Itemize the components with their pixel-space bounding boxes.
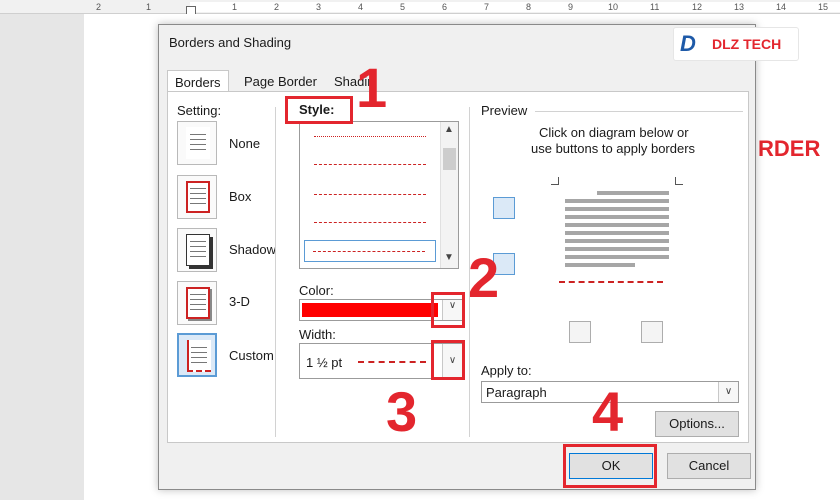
style-scrollbar[interactable]: ▲ ▼ — [440, 122, 458, 268]
width-line-sample — [358, 361, 426, 363]
right-border-button[interactable] — [641, 321, 663, 343]
ruler-tick: 1 — [146, 2, 152, 12]
chevron-down-icon[interactable]: ∨ — [718, 382, 738, 402]
ruler-tick: 2 — [96, 2, 102, 12]
logo-mark-icon: D — [680, 31, 696, 56]
ruler-tick: 14 — [776, 2, 787, 12]
preview-hint-1: Click on diagram below or — [539, 125, 689, 140]
style-option-dash-dot[interactable] — [314, 222, 426, 223]
callout-box-color — [431, 292, 465, 328]
top-border-button[interactable] — [493, 197, 515, 219]
document-heading: RDER — [758, 136, 821, 161]
ruler-tick: 12 — [692, 2, 703, 12]
setting-none-icon[interactable] — [177, 121, 217, 165]
horizontal-ruler: 2 1 1 2 3 4 5 6 7 8 9 10 11 12 13 14 15 — [0, 0, 840, 16]
ruler-tick: 15 — [818, 2, 829, 12]
style-option-dotted[interactable] — [314, 136, 426, 137]
ruler-tick: 1 — [232, 2, 238, 12]
style-option-dashed[interactable] — [314, 194, 426, 195]
setting-label: Setting: — [177, 103, 222, 118]
scroll-down-icon[interactable]: ▼ — [444, 252, 454, 263]
setting-box-label[interactable]: Box — [229, 189, 251, 204]
width-label: Width: — [299, 327, 336, 342]
preview-diagram[interactable] — [551, 177, 683, 285]
setting-shadow-icon[interactable] — [177, 228, 217, 272]
style-option-dashed-small[interactable] — [314, 164, 426, 165]
dlz-tech-logo: D DLZ TECH — [673, 27, 799, 61]
ruler-tick: 7 — [484, 2, 490, 12]
setting-3d-label[interactable]: 3-D — [229, 294, 250, 309]
scroll-thumb[interactable] — [443, 148, 456, 170]
style-option-selected[interactable] — [304, 240, 436, 262]
ruler-tick: 13 — [734, 2, 745, 12]
callout-number-3: 3 — [386, 380, 418, 443]
style-list[interactable]: ▲ ▼ — [299, 121, 459, 269]
setting-custom-label[interactable]: Custom — [229, 348, 274, 363]
color-swatch — [302, 303, 438, 317]
ruler-tick: 9 — [568, 2, 574, 12]
setting-3d-icon[interactable] — [177, 281, 217, 325]
width-value: 1 ½ pt — [306, 355, 343, 370]
ruler-tick: 2 — [274, 2, 280, 12]
preview-label: Preview — [481, 103, 528, 118]
logo-text: DLZ TECH — [712, 36, 782, 52]
left-border-button[interactable] — [569, 321, 591, 343]
scroll-up-icon[interactable]: ▲ — [444, 124, 454, 135]
color-label: Color: — [299, 283, 334, 298]
preview-rule — [535, 111, 743, 112]
apply-to-label: Apply to: — [481, 363, 532, 378]
callout-number-4: 4 — [592, 380, 624, 443]
ruler-tick: 8 — [526, 2, 532, 12]
ruler-tick: 6 — [442, 2, 448, 12]
ruler-tick: 3 — [316, 2, 322, 12]
dialog-title: Borders and Shading — [169, 35, 292, 50]
callout-number-1: 1 — [356, 56, 388, 119]
callout-box-style — [285, 96, 353, 124]
callout-box-width — [431, 340, 465, 380]
setting-none-label[interactable]: None — [229, 136, 260, 151]
column-divider — [275, 107, 276, 437]
options-button[interactable]: Options... — [655, 411, 739, 437]
tab-page-border[interactable]: Page Border — [237, 70, 324, 92]
preview-hint-2: use buttons to apply borders — [531, 141, 696, 156]
cancel-button[interactable]: Cancel — [667, 453, 751, 479]
borders-and-shading-dialog: Borders and Shading D DLZ TECH Borders P… — [158, 24, 799, 490]
ruler-tick: 10 — [608, 2, 619, 12]
setting-box-icon[interactable] — [177, 175, 217, 219]
apply-to-value: Paragraph — [486, 385, 547, 400]
ruler-tick: 11 — [650, 2, 660, 12]
callout-box-ok — [563, 444, 657, 488]
preview-bottom-border[interactable] — [559, 281, 663, 283]
callout-number-2: 2 — [468, 246, 500, 309]
ruler-tick: 4 — [358, 2, 364, 12]
ruler-tick: 5 — [400, 2, 406, 12]
setting-custom-icon[interactable] — [177, 333, 217, 377]
tab-borders[interactable]: Borders — [167, 70, 229, 92]
setting-shadow-label[interactable]: Shadow — [229, 242, 276, 257]
